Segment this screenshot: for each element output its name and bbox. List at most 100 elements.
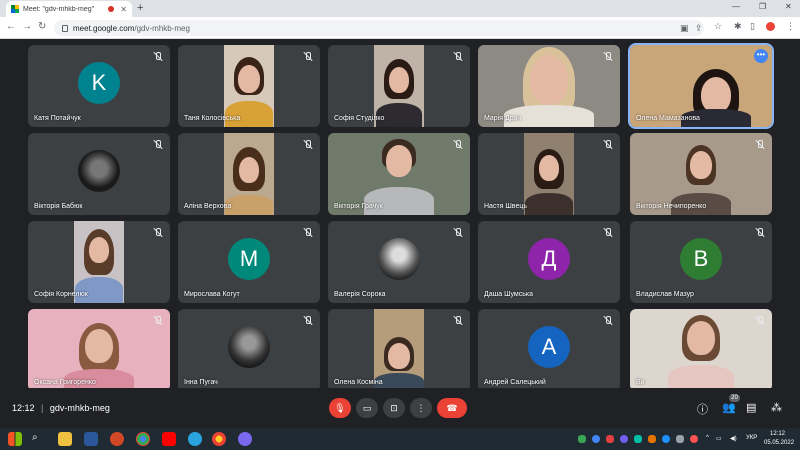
participant-tile[interactable]: Аліна Верхова xyxy=(178,133,320,215)
participant-tile[interactable]: Софія Корнелюк xyxy=(28,221,170,303)
participant-name: Вікторія Бабюк xyxy=(34,203,83,210)
activities-icon[interactable]: ⁂ xyxy=(771,401,782,414)
close-window-icon[interactable]: ✕ xyxy=(785,2,792,11)
tray-icon-1[interactable] xyxy=(578,435,586,443)
participant-tile[interactable]: Оксана Григоренко xyxy=(28,309,170,391)
participant-video xyxy=(224,133,274,215)
taskbar-date[interactable]: 05.05.2022 xyxy=(764,440,794,446)
bookmark-star-icon[interactable]: ☆ xyxy=(714,21,722,32)
telegram-icon[interactable] xyxy=(188,432,202,446)
participant-name: Софія Корнелюк xyxy=(34,291,88,298)
hang-up-icon: ☎ xyxy=(446,402,458,413)
mic-toggle-button[interactable]: 🎙 xyxy=(329,398,351,418)
leave-call-button[interactable]: ☎ xyxy=(437,398,467,418)
mic-off-icon xyxy=(302,139,314,151)
tray-icon-3[interactable] xyxy=(606,435,614,443)
mic-off-icon xyxy=(302,227,314,239)
participant-tile[interactable]: Ви xyxy=(630,309,772,391)
more-options-button[interactable]: ⋮ xyxy=(410,398,432,418)
mic-off-icon xyxy=(754,227,766,239)
reload-icon[interactable]: ↻ xyxy=(38,21,46,32)
volume-icon[interactable]: ◀) xyxy=(730,435,737,442)
input-language[interactable]: УКР xyxy=(746,435,757,441)
word-icon[interactable] xyxy=(84,432,98,446)
chrome-canary-icon[interactable] xyxy=(212,432,226,446)
powerpoint-icon[interactable] xyxy=(110,432,124,446)
more-options-icon[interactable]: ••• xyxy=(754,49,768,63)
forward-icon[interactable]: → xyxy=(22,21,32,32)
chrome-icon[interactable] xyxy=(136,432,150,446)
participant-tile[interactable]: А Андрей Салецький xyxy=(478,309,620,391)
present-button[interactable]: ⊡ xyxy=(383,398,405,418)
extensions-icon[interactable]: ✱ xyxy=(734,21,742,32)
mic-off-icon xyxy=(452,51,464,63)
participant-avatar: А xyxy=(528,326,570,368)
youtube-icon[interactable] xyxy=(162,432,176,446)
participant-name: Софія Студілко xyxy=(334,115,385,122)
tray-icon-5[interactable] xyxy=(634,435,642,443)
participant-tile[interactable]: Вікторія Бабюк xyxy=(28,133,170,215)
camera-toggle-button[interactable]: ▭ xyxy=(356,398,378,418)
participant-count-badge: 20 xyxy=(729,394,740,402)
sidepanel-icon[interactable]: ▯ xyxy=(750,21,755,32)
participant-name: Даша Шумська xyxy=(484,291,533,298)
participant-tile[interactable]: Валерія Сорока xyxy=(328,221,470,303)
share-icon[interactable]: ⇪ xyxy=(695,23,703,34)
tray-icon-8[interactable] xyxy=(676,435,684,443)
mic-off-icon: 🎙 xyxy=(334,402,346,413)
lock-icon xyxy=(62,24,68,32)
viber-icon[interactable] xyxy=(620,435,628,443)
participant-tile[interactable]: Софія Студілко xyxy=(328,45,470,127)
maximize-icon[interactable]: ❐ xyxy=(759,2,766,11)
people-icon[interactable]: 👥 xyxy=(722,401,736,414)
participant-avatar: В xyxy=(680,238,722,280)
mic-off-icon xyxy=(152,315,164,327)
meeting-details-icon[interactable]: ⓘ xyxy=(697,401,708,417)
minimize-icon[interactable]: — xyxy=(732,2,740,11)
recording-dot-icon xyxy=(108,6,115,12)
participant-tile[interactable]: Настя Швець xyxy=(478,133,620,215)
participant-name: Олена Мамазанова xyxy=(636,115,700,122)
search-icon[interactable]: ⌕ xyxy=(32,432,46,446)
tray-icon-6[interactable] xyxy=(648,435,656,443)
meeting-code: gdv-mhkb-meg xyxy=(49,403,110,413)
obs-icon[interactable] xyxy=(238,432,252,446)
close-tab-icon[interactable]: ✕ xyxy=(120,5,127,14)
participant-tile[interactable]: Д Даша Шумська xyxy=(478,221,620,303)
browser-tab[interactable]: Meet: "gdv-mhkb-meg" ✕ xyxy=(6,1,132,17)
participant-tile[interactable]: ••• Олена Мамазанова xyxy=(628,43,774,129)
tray-icon-2[interactable] xyxy=(592,435,600,443)
url-host: meet.google.com xyxy=(73,23,135,33)
url-bar[interactable]: meet.google.com/gdv-mhkb-meg ▣ ⇪ xyxy=(54,20,704,36)
participant-tile[interactable]: М Мирослава Когут xyxy=(178,221,320,303)
participant-tile[interactable]: Інна Пугач xyxy=(178,309,320,391)
chat-icon[interactable]: ▤ xyxy=(746,401,756,414)
taskbar-time[interactable]: 12:12 xyxy=(770,431,785,437)
menu-kebab-icon[interactable]: ⋮ xyxy=(786,21,795,32)
tray-icon-9[interactable] xyxy=(690,435,698,443)
back-icon[interactable]: ← xyxy=(6,21,16,32)
participant-tile[interactable]: Марія Драч xyxy=(478,45,620,127)
more-vert-icon: ⋮ xyxy=(416,402,426,413)
participant-tile[interactable]: В Владислав Мазур xyxy=(630,221,772,303)
new-tab-icon[interactable]: + xyxy=(137,2,143,14)
network-icon[interactable]: ▭ xyxy=(716,435,722,442)
participant-name: Оксана Григоренко xyxy=(34,379,96,386)
participant-tile[interactable]: K Катя Потайчук xyxy=(28,45,170,127)
mic-off-icon xyxy=(152,139,164,151)
tray-chevron-icon[interactable]: ^ xyxy=(706,435,709,441)
participant-tile[interactable]: Таня Колосівська xyxy=(178,45,320,127)
file-explorer-icon[interactable] xyxy=(58,432,72,446)
profile-avatar[interactable] xyxy=(766,22,775,31)
participant-avatar: М xyxy=(228,238,270,280)
participant-tile[interactable]: Олена Косміна xyxy=(328,309,470,391)
camera-permission-icon[interactable]: ▣ xyxy=(680,23,689,34)
tray-icon-7[interactable] xyxy=(662,435,670,443)
google-meet-icon xyxy=(11,5,19,13)
participant-name: Інна Пугач xyxy=(184,379,218,386)
participant-name: Аліна Верхова xyxy=(184,203,232,210)
participant-tile[interactable]: Вікторія Грачук xyxy=(328,133,470,215)
windows-start-icon[interactable] xyxy=(8,432,22,446)
meeting-info: 12:12 | gdv-mhkb-meg xyxy=(12,403,110,413)
participant-tile[interactable]: Вікторія Нечипоренко xyxy=(630,133,772,215)
